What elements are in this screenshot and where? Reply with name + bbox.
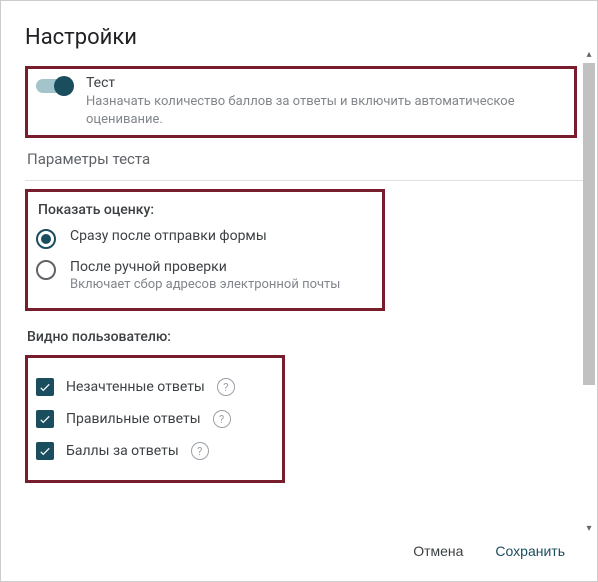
radio-option-immediate[interactable]: Сразу после отправки формы [36,228,374,249]
quiz-toggle-row: Тест Назначать количество баллов за отве… [36,75,566,129]
toggle-knob [54,76,74,96]
dialog-content: Тест Назначать количество баллов за отве… [1,66,597,521]
scrollbar-thumb[interactable] [583,63,595,385]
respondent-view-title: Видно пользователю: [27,329,589,345]
quiz-params-title: Параметры теста [27,150,589,168]
checkbox-label: Незачтенные ответы [66,379,205,395]
settings-dialog: Настройки Тест Назначать количество балл… [1,1,597,581]
highlight-respondent-view: Незачтенные ответы ? Правильные ответы ?… [25,355,285,483]
quiz-toggle-label: Тест [86,75,566,91]
help-icon[interactable]: ? [191,442,209,460]
checkbox-correct[interactable] [36,410,54,428]
check-icon [38,380,52,394]
divider [25,180,589,181]
cancel-button[interactable]: Отмена [401,535,475,567]
radio-option-manual[interactable]: После ручной проверки Включает сбор адре… [36,259,374,292]
checkbox-label: Баллы за ответы [66,443,179,459]
scroll-up-arrow[interactable]: ▴ [583,49,595,61]
radio-icon [36,229,56,249]
scroll-down-arrow[interactable]: ▾ [583,523,595,535]
radio-text: После ручной проверки Включает сбор адре… [70,259,340,292]
radio-icon [36,260,56,280]
highlight-quiz-toggle: Тест Назначать количество баллов за отве… [25,66,577,138]
checkbox-points[interactable] [36,442,54,460]
checkbox-row-correct: Правильные ответы ? [36,410,274,428]
quiz-toggle-description: Назначать количество баллов за ответы и … [86,93,566,129]
check-icon [38,412,52,426]
quiz-toggle-text: Тест Назначать количество баллов за отве… [86,75,566,129]
checkbox-row-missed: Незачтенные ответы ? [36,378,274,396]
release-grade-title: Показать оценку: [38,202,374,218]
radio-label: После ручной проверки [70,259,340,275]
checkbox-label: Правильные ответы [66,411,201,427]
checkbox-row-points: Баллы за ответы ? [36,442,274,460]
checkbox-missed[interactable] [36,378,54,396]
dialog-title: Настройки [1,25,597,66]
dialog-actions: Отмена Сохранить [1,521,597,581]
check-icon [38,444,52,458]
save-button[interactable]: Сохранить [483,535,577,567]
radio-text: Сразу после отправки формы [70,228,267,244]
scrollbar[interactable] [581,63,597,523]
highlight-release-grade: Показать оценку: Сразу после отправки фо… [25,189,385,311]
radio-label: Сразу после отправки формы [70,228,267,244]
help-icon[interactable]: ? [217,378,235,396]
quiz-toggle[interactable] [36,79,72,93]
radio-description: Включает сбор адресов электронной почты [70,277,340,292]
help-icon[interactable]: ? [213,410,231,428]
